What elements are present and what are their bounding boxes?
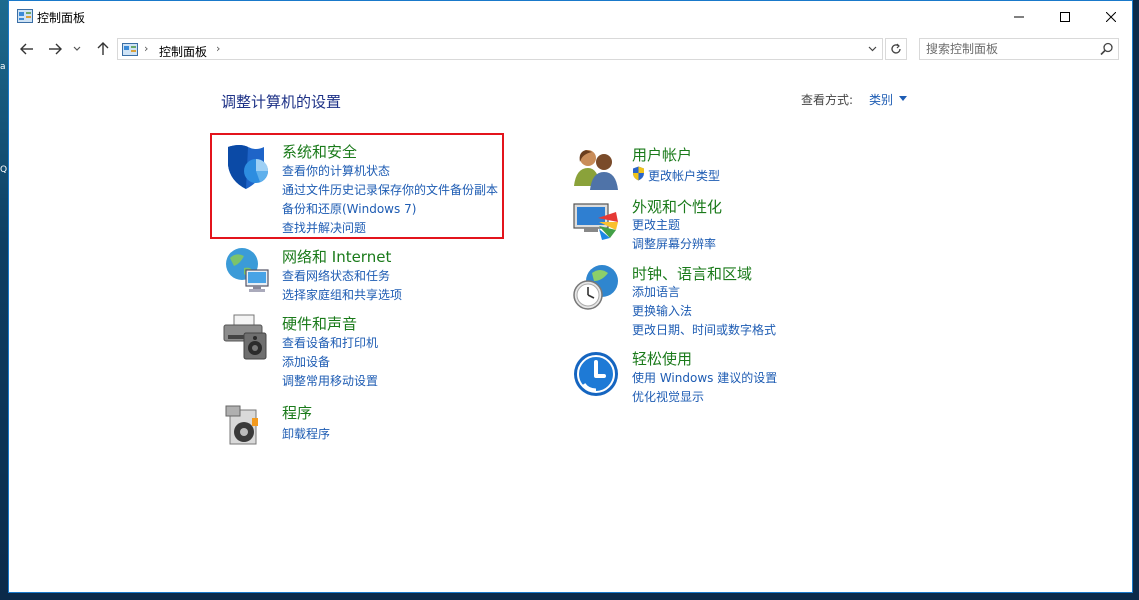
address-bar[interactable]: › 控制面板 › bbox=[117, 38, 883, 60]
window-title: 控制面板 bbox=[37, 11, 86, 25]
control-panel-window: 控制面板 › 控制面板 › 搜索控制面板 调整计算机的设置 查看方式: 类别 系… bbox=[8, 0, 1133, 593]
search-icon[interactable] bbox=[1100, 42, 1114, 56]
forward-button[interactable] bbox=[43, 38, 67, 60]
category-title[interactable]: 程序 bbox=[282, 402, 312, 423]
caret-down-icon[interactable] bbox=[899, 96, 907, 101]
refresh-button[interactable] bbox=[885, 38, 907, 60]
ease-of-access-icon[interactable] bbox=[572, 348, 622, 398]
category-link[interactable]: 更改日期、时间或数字格式 bbox=[632, 321, 776, 338]
chevron-down-icon bbox=[868, 46, 876, 52]
view-by-dropdown[interactable]: 类别 bbox=[869, 91, 893, 108]
network-globe-icon[interactable] bbox=[222, 246, 272, 296]
category-link[interactable]: 使用 Windows 建议的设置 bbox=[632, 369, 777, 386]
category-link[interactable]: 查看网络状态和任务 bbox=[282, 267, 390, 284]
breadcrumb-separator: › bbox=[144, 42, 149, 55]
close-icon bbox=[1106, 11, 1116, 22]
category-title[interactable]: 时钟、语言和区域 bbox=[632, 263, 752, 284]
category-link[interactable]: 卸载程序 bbox=[282, 425, 330, 442]
back-button[interactable] bbox=[15, 38, 39, 60]
printer-speaker-icon[interactable] bbox=[222, 313, 272, 363]
view-by-label: 查看方式: bbox=[801, 93, 854, 107]
desktop-background: a Q bbox=[0, 0, 8, 600]
chevron-down-icon bbox=[73, 46, 81, 51]
category-link[interactable]: 更换输入法 bbox=[632, 302, 692, 319]
desktop-icon-label: Q bbox=[0, 165, 8, 175]
category-title[interactable]: 网络和 Internet bbox=[282, 246, 391, 267]
close-button[interactable] bbox=[1088, 1, 1134, 32]
category-title[interactable]: 轻松使用 bbox=[632, 348, 692, 369]
recent-locations-button[interactable] bbox=[69, 38, 85, 60]
maximize-button[interactable] bbox=[1042, 1, 1088, 32]
category-link[interactable]: 更改主题 bbox=[632, 216, 680, 233]
refresh-icon bbox=[891, 43, 901, 54]
appearance-icon[interactable] bbox=[572, 196, 622, 246]
category-link[interactable]: 调整屏幕分辨率 bbox=[632, 235, 716, 252]
breadcrumb-separator[interactable]: › bbox=[216, 42, 220, 55]
up-button[interactable] bbox=[91, 38, 115, 60]
arrow-up-icon bbox=[97, 42, 109, 55]
category-link[interactable]: 选择家庭组和共享选项 bbox=[282, 286, 402, 303]
control-panel-app-icon bbox=[17, 9, 33, 23]
highlight-box bbox=[210, 133, 504, 239]
category-link[interactable]: 优化视觉显示 bbox=[632, 388, 704, 405]
maximize-icon bbox=[1060, 11, 1070, 22]
title-bar: 控制面板 bbox=[9, 1, 1132, 32]
users-icon[interactable] bbox=[572, 144, 622, 194]
page-heading: 调整计算机的设置 bbox=[221, 93, 342, 111]
minimize-icon bbox=[1014, 16, 1024, 17]
control-panel-icon bbox=[122, 43, 138, 56]
navigation-bar: › 控制面板 › bbox=[9, 32, 1132, 66]
arrow-right-icon bbox=[49, 43, 62, 55]
category-title[interactable]: 用户帐户 bbox=[632, 144, 692, 165]
search-input[interactable] bbox=[926, 41, 1091, 57]
uac-shield-icon bbox=[633, 166, 644, 181]
search-box[interactable] bbox=[919, 38, 1119, 60]
programs-icon[interactable] bbox=[222, 402, 272, 452]
category-title[interactable]: 外观和个性化 bbox=[632, 196, 722, 217]
address-dropdown-button[interactable] bbox=[862, 39, 882, 59]
breadcrumb-control-panel[interactable]: 控制面板 bbox=[159, 43, 207, 60]
category-link[interactable]: 更改帐户类型 bbox=[648, 167, 720, 184]
category-link[interactable]: 添加设备 bbox=[282, 353, 330, 370]
category-link[interactable]: 查看设备和打印机 bbox=[282, 334, 378, 351]
minimize-button[interactable] bbox=[996, 1, 1042, 32]
arrow-left-icon bbox=[20, 43, 33, 55]
clock-globe-icon[interactable] bbox=[572, 263, 622, 313]
category-link[interactable]: 调整常用移动设置 bbox=[282, 372, 378, 389]
desktop-icon-label: a bbox=[0, 62, 6, 72]
category-link[interactable]: 添加语言 bbox=[632, 283, 680, 300]
category-title[interactable]: 硬件和声音 bbox=[282, 313, 357, 334]
